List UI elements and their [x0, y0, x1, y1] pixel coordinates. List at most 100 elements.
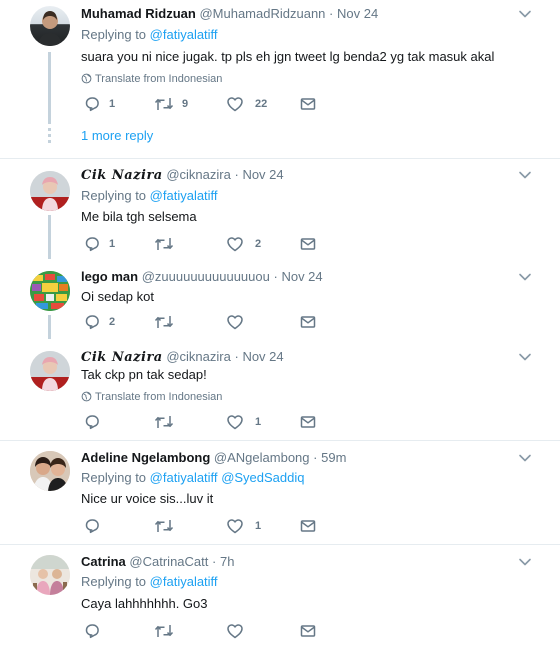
tweet-header: Adeline Ngelambong @ANgelambong · 59m: [81, 450, 346, 466]
tweet-text: Oi sedap kot: [81, 289, 154, 304]
direct-message-button[interactable]: [299, 622, 317, 640]
user-handle[interactable]: @ciknazira: [166, 167, 231, 182]
reply-button[interactable]: [83, 413, 109, 431]
retweet-button[interactable]: [154, 517, 182, 535]
retweet-count: 9: [182, 98, 189, 110]
retweet-button[interactable]: [154, 313, 182, 331]
timestamp[interactable]: 59m: [321, 450, 346, 465]
like-button[interactable]: 2: [226, 235, 261, 253]
user-handle[interactable]: @zuuuuuuuuuuuuuou: [142, 269, 270, 284]
timestamp[interactable]: 7h: [220, 554, 234, 569]
separator-dot: ·: [329, 6, 334, 21]
avatar-image: [38, 11, 62, 46]
avatar[interactable]: [30, 171, 70, 211]
retweet-icon: [154, 517, 174, 535]
user-handle[interactable]: @MuhamadRidzuann: [199, 6, 325, 21]
tweet-catrina[interactable]: Catrina @CatrinaCatt · 7h Replying to @f…: [0, 545, 560, 648]
replying-to-label: Replying to: [81, 470, 147, 485]
avatar[interactable]: [30, 555, 70, 595]
avatar[interactable]: [30, 271, 70, 311]
user-handle[interactable]: @ANgelambong: [214, 450, 310, 465]
chevron-down-icon[interactable]: [518, 352, 532, 362]
chevron-down-icon[interactable]: [518, 170, 532, 180]
envelope-icon: [299, 517, 317, 535]
user-name[interactable]: Catrina: [81, 554, 126, 569]
chevron-down-icon[interactable]: [518, 557, 532, 567]
globe-icon: [81, 73, 92, 84]
avatar[interactable]: [30, 351, 70, 391]
tweet-muhamad-ridzuan[interactable]: Muhamad Ridzuan @MuhamadRidzuann · Nov 2…: [0, 0, 560, 158]
retweet-icon: [154, 313, 174, 331]
thread-line: [48, 215, 51, 259]
reply-button[interactable]: [83, 517, 109, 535]
user-name[interactable]: lego man: [81, 269, 138, 284]
replying-to: Replying to @fatiyalatiff @SyedSaddiq: [81, 470, 305, 486]
avatar-image: [30, 351, 70, 391]
tweet-cik-nazira[interactable]: Cik Nazira @ciknazira · Nov 24 Replying …: [0, 159, 560, 259]
chevron-down-icon[interactable]: [518, 453, 532, 463]
direct-message-button[interactable]: [299, 313, 317, 331]
heart-icon: [226, 95, 244, 113]
chevron-down-icon[interactable]: [518, 272, 532, 282]
retweet-button[interactable]: [154, 235, 182, 253]
tweet-text: Tak ckp pn tak sedap!: [81, 367, 207, 382]
reply-icon: [83, 95, 101, 113]
direct-message-button[interactable]: [299, 517, 317, 535]
timestamp[interactable]: Nov 24: [242, 167, 283, 182]
mention-link[interactable]: @fatiyalatiff: [150, 470, 218, 485]
replying-to: Replying to @fatiyalatiff: [81, 27, 218, 43]
reply-button[interactable]: 1: [83, 95, 115, 113]
separator-dot: ·: [273, 269, 278, 284]
thread-dots: [48, 128, 51, 146]
user-handle[interactable]: @ciknazira: [166, 349, 231, 364]
mention-link[interactable]: @fatiyalatiff: [150, 574, 218, 589]
retweet-button[interactable]: 9: [154, 95, 188, 113]
translate-label: Translate from Indonesian: [95, 391, 223, 403]
tweet-cik-nazira-2[interactable]: Cik Nazira @ciknazira · Nov 24 Tak ckp p…: [0, 339, 560, 440]
direct-message-button[interactable]: [299, 413, 317, 431]
tweet-header: Cik Nazira @ciknazira · Nov 24: [81, 349, 284, 366]
tweet-text: Me bila tgh selsema: [81, 209, 197, 224]
tweet-adeline-ngelambong[interactable]: Adeline Ngelambong @ANgelambong · 59m Re…: [0, 441, 560, 544]
user-name[interactable]: Muhamad Ridzuan: [81, 6, 196, 21]
chevron-down-icon[interactable]: [518, 9, 532, 19]
reply-button[interactable]: 2: [83, 313, 115, 331]
reply-button[interactable]: [83, 622, 109, 640]
avatar-image: [30, 451, 70, 491]
like-button[interactable]: 1: [226, 517, 261, 535]
like-count: 1: [255, 416, 262, 428]
user-name[interactable]: Cik Nazira: [81, 350, 163, 365]
user-handle[interactable]: @CatrinaCatt: [129, 554, 208, 569]
avatar[interactable]: [30, 6, 70, 46]
user-name[interactable]: Adeline Ngelambong: [81, 450, 210, 465]
like-button[interactable]: 22: [226, 95, 267, 113]
reply-icon: [83, 235, 101, 253]
tweet-header: lego man @zuuuuuuuuuuuuuou · Nov 24: [81, 269, 323, 285]
retweet-button[interactable]: [154, 622, 182, 640]
like-count: 22: [255, 98, 268, 110]
more-replies-link[interactable]: 1 more reply: [81, 128, 153, 144]
timestamp[interactable]: Nov 24: [337, 6, 378, 21]
reply-button[interactable]: 1: [83, 235, 115, 253]
timestamp[interactable]: Nov 24: [242, 349, 283, 364]
user-name[interactable]: Cik Nazira: [81, 168, 163, 183]
translate-link[interactable]: Translate from Indonesian: [81, 72, 222, 86]
translate-link[interactable]: Translate from Indonesian: [81, 390, 222, 404]
direct-message-button[interactable]: [299, 235, 317, 253]
retweet-button[interactable]: [154, 413, 182, 431]
like-button[interactable]: [226, 622, 252, 640]
avatar-image: [30, 171, 70, 211]
direct-message-button[interactable]: [299, 95, 317, 113]
like-button[interactable]: 1: [226, 413, 261, 431]
envelope-icon: [299, 413, 317, 431]
replying-to: Replying to @fatiyalatiff: [81, 574, 218, 590]
timestamp[interactable]: Nov 24: [281, 269, 322, 284]
mention-link[interactable]: @fatiyalatiff: [150, 188, 218, 203]
like-button[interactable]: [226, 313, 252, 331]
mention-link[interactable]: @fatiyalatiff: [150, 27, 218, 42]
heart-icon: [226, 517, 244, 535]
tweet-lego-man[interactable]: lego man @zuuuuuuuuuuuuuou · Nov 24 Oi s…: [0, 259, 560, 339]
avatar[interactable]: [30, 451, 70, 491]
heart-icon: [226, 313, 244, 331]
mention-link[interactable]: @SyedSaddiq: [221, 470, 304, 485]
